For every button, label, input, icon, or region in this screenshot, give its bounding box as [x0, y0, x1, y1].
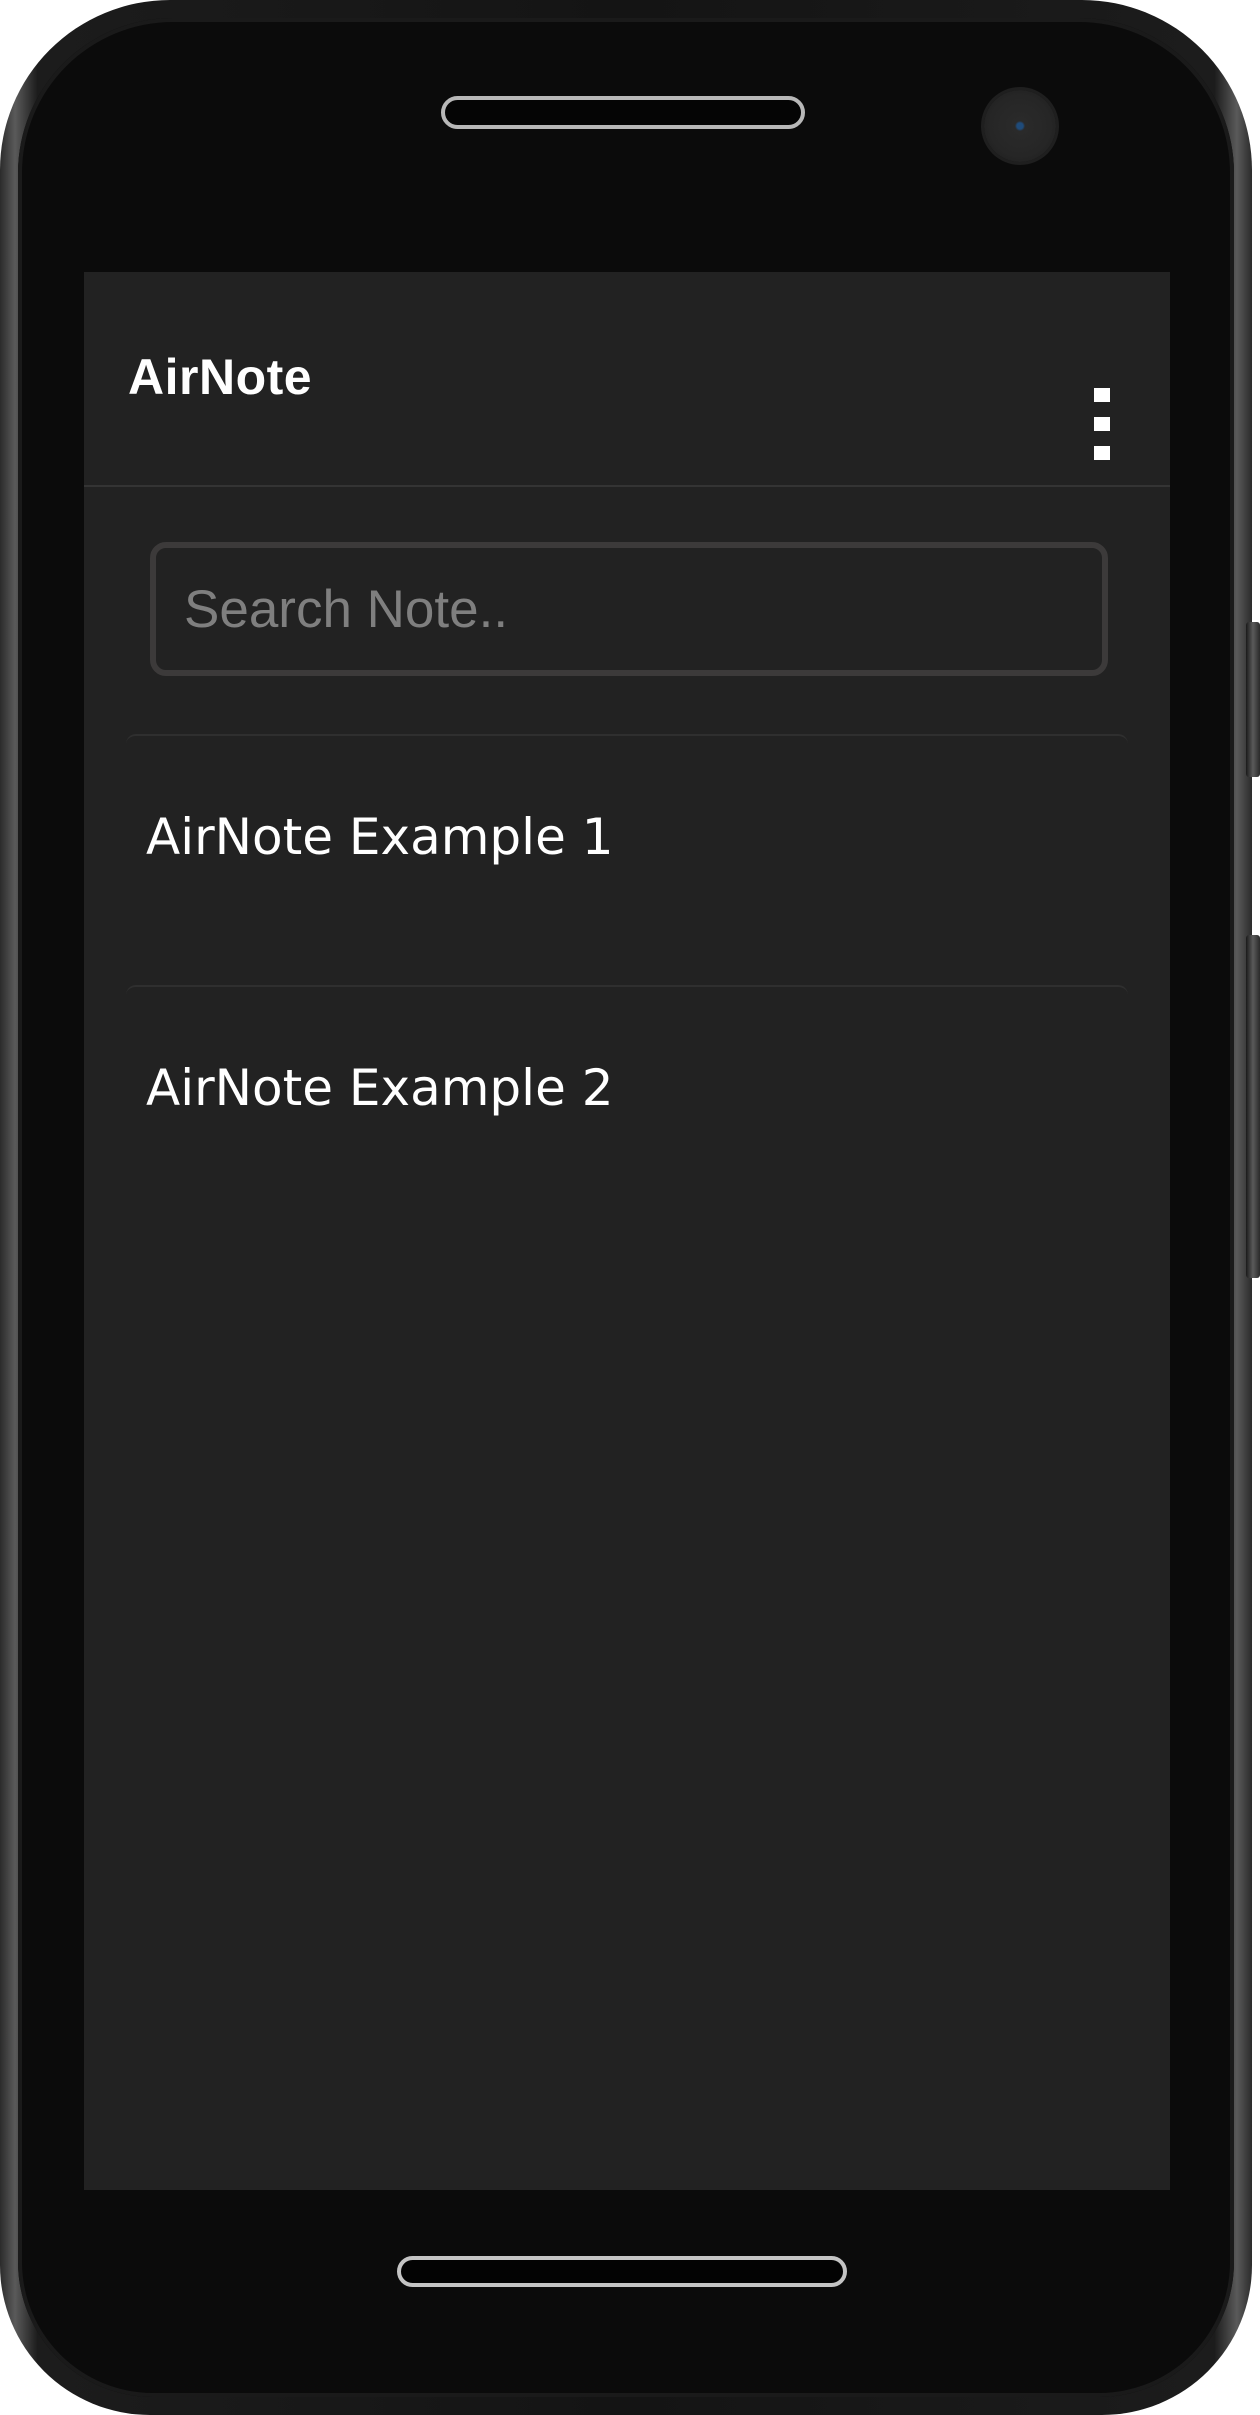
note-title: AirNote Example 2 — [146, 1059, 614, 1117]
note-title: AirNote Example 1 — [146, 808, 614, 866]
phone-frame: AirNote AirNote Example 1 AirNote Exampl… — [0, 0, 1260, 2415]
bottom-speaker — [397, 2256, 847, 2287]
list-item[interactable]: AirNote Example 1 — [126, 734, 1128, 985]
volume-button — [1246, 622, 1260, 777]
app-screen: AirNote AirNote Example 1 AirNote Exampl… — [84, 272, 1170, 2190]
app-title: AirNote — [128, 349, 313, 405]
front-camera-icon — [984, 90, 1056, 162]
more-vertical-icon-dot — [1094, 417, 1110, 431]
search-box — [150, 542, 1108, 676]
more-vertical-icon-dot — [1094, 446, 1110, 460]
app-bar: AirNote — [84, 272, 1170, 487]
list-item[interactable]: AirNote Example 2 — [126, 985, 1128, 1236]
search-input[interactable] — [156, 548, 1102, 670]
earpiece-speaker — [441, 96, 805, 129]
overflow-menu-button[interactable] — [1084, 388, 1120, 460]
note-list: AirNote Example 1 AirNote Example 2 — [126, 734, 1128, 1236]
more-vertical-icon — [1094, 388, 1110, 402]
power-button — [1246, 935, 1260, 1278]
